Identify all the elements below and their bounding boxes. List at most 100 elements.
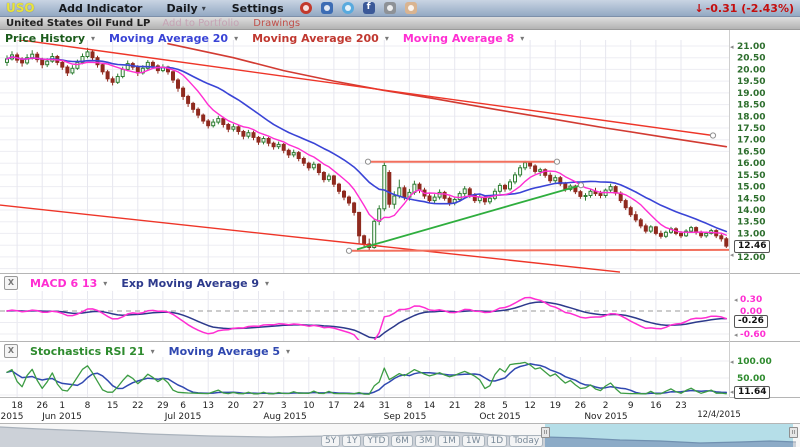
- ma8-line: [7, 57, 726, 235]
- svg-text:Jul 2015: Jul 2015: [164, 412, 202, 422]
- range-button-ytd[interactable]: YTD: [363, 435, 389, 447]
- alerts-icon[interactable]: [300, 2, 312, 14]
- ma200-dropdown[interactable]: Moving Average 200: [252, 32, 379, 45]
- range-button-1w[interactable]: 1W: [462, 435, 485, 447]
- ma20-dropdown[interactable]: Moving Average 20: [109, 32, 228, 45]
- support-line-endpoint[interactable]: [346, 248, 351, 253]
- down-arrow-icon: ↓: [694, 2, 703, 15]
- stoch-legend: X Stochastics RSI 21 ▾ Moving Average 5 ▾: [4, 344, 300, 358]
- close-macd-panel-button[interactable]: X: [4, 276, 18, 290]
- svg-text:19: 19: [550, 401, 562, 411]
- svg-text:13: 13: [202, 401, 213, 411]
- close-stoch-panel-button[interactable]: X: [4, 344, 18, 358]
- range-button-today[interactable]: Today: [509, 435, 543, 447]
- svg-text:◂: ◂: [730, 358, 734, 366]
- svg-text:Jun 2015: Jun 2015: [41, 412, 82, 422]
- settings-button[interactable]: Settings: [232, 2, 284, 15]
- svg-text:50.00: 50.00: [737, 374, 765, 384]
- svg-text:8: 8: [407, 401, 413, 411]
- range-button-5y[interactable]: 5Y: [321, 435, 340, 447]
- svg-text:16: 16: [650, 401, 662, 411]
- add-to-portfolio-link[interactable]: Add to Portfolio: [162, 18, 239, 29]
- change-value: -0.31 (-2.43%): [706, 2, 794, 15]
- upper-channel-trendline-endpoint[interactable]: [710, 133, 715, 138]
- svg-text:5: 5: [502, 401, 508, 411]
- navigator-right-handle[interactable]: [789, 427, 798, 438]
- svg-text:27: 27: [253, 401, 264, 411]
- macd-current-box: -0.26: [734, 315, 768, 328]
- resistance-line-endpoint[interactable]: [365, 159, 370, 164]
- svg-text:22: 22: [132, 401, 143, 411]
- svg-text:31: 31: [379, 401, 390, 411]
- svg-text:17.00: 17.00: [737, 136, 765, 146]
- facebook-icon[interactable]: f: [363, 2, 375, 14]
- range-button-1y[interactable]: 1Y: [342, 435, 361, 447]
- navigator-left-handle[interactable]: [541, 427, 550, 438]
- svg-text:23: 23: [675, 401, 686, 411]
- svg-text:20: 20: [228, 401, 240, 411]
- stoch-current-box: 11.64: [734, 386, 770, 399]
- ma8-dropdown[interactable]: Moving Average 8: [403, 32, 514, 45]
- macd-signal-dropdown[interactable]: Exp Moving Average 9: [121, 277, 259, 290]
- svg-text:2015: 2015: [1, 412, 24, 422]
- stoch-ma-dropdown[interactable]: Moving Average 5: [169, 345, 280, 358]
- chevron-down-icon[interactable]: ▾: [234, 34, 238, 43]
- svg-text:2: 2: [603, 401, 609, 411]
- svg-text:18: 18: [11, 401, 23, 411]
- chevron-down-icon[interactable]: ▾: [520, 34, 524, 43]
- chart-canvas[interactable]: 21.0020.5020.0019.5019.0018.5018.0017.50…: [0, 0, 800, 447]
- interval-dropdown[interactable]: Daily: [166, 2, 197, 15]
- svg-text:14: 14: [424, 401, 436, 411]
- chevron-down-icon[interactable]: ▾: [385, 34, 389, 43]
- svg-text:◂: ◂: [730, 43, 734, 51]
- svg-text:17: 17: [328, 401, 339, 411]
- svg-text:◂: ◂: [734, 296, 738, 304]
- price-history-dropdown[interactable]: Price History: [5, 32, 85, 45]
- svg-text:9: 9: [628, 401, 634, 411]
- svg-text:13.00: 13.00: [737, 229, 765, 239]
- svg-text:13.50: 13.50: [737, 218, 765, 228]
- range-button-6m[interactable]: 6M: [391, 435, 413, 447]
- svg-text:10: 10: [303, 401, 315, 411]
- svg-text:21.00: 21.00: [737, 42, 765, 52]
- news-icon[interactable]: [321, 2, 333, 14]
- top-toolbar: USO Add Indicator Daily ▾ Settings f ↓ -…: [0, 0, 800, 17]
- chevron-down-icon[interactable]: ▾: [286, 347, 290, 356]
- svg-text:15.50: 15.50: [737, 171, 765, 181]
- chevron-down-icon[interactable]: ▾: [265, 279, 269, 288]
- svg-text:8: 8: [85, 401, 91, 411]
- uptrend-line-endpoint[interactable]: [578, 183, 583, 188]
- svg-text:Sep 2015: Sep 2015: [384, 412, 427, 422]
- svg-text:20.50: 20.50: [737, 54, 765, 64]
- range-buttons: 5Y1YYTD6M3M1M1W1DToday: [321, 435, 543, 447]
- drawings-link[interactable]: Drawings: [253, 18, 300, 29]
- twitter-icon[interactable]: [342, 2, 354, 14]
- snapshot-icon[interactable]: [384, 2, 396, 14]
- range-button-1d[interactable]: 1D: [487, 435, 508, 447]
- toolbar-icons: f: [300, 2, 417, 14]
- resistance-line-endpoint[interactable]: [554, 159, 559, 164]
- ticker-symbol[interactable]: USO: [6, 1, 35, 15]
- chevron-down-icon[interactable]: ▾: [103, 279, 107, 288]
- svg-text:Aug 2015: Aug 2015: [263, 412, 306, 422]
- stoch-dropdown[interactable]: Stochastics RSI 21: [30, 345, 145, 358]
- add-indicator-button[interactable]: Add Indicator: [59, 2, 143, 15]
- chevron-down-icon[interactable]: ▾: [91, 34, 95, 43]
- range-button-1m[interactable]: 1M: [438, 435, 460, 447]
- svg-text:15.00: 15.00: [737, 183, 765, 193]
- chevron-down-icon[interactable]: ▾: [202, 4, 206, 13]
- range-button-3m[interactable]: 3M: [415, 435, 437, 447]
- candlesticks: [6, 48, 728, 250]
- svg-text:19.50: 19.50: [737, 77, 765, 87]
- svg-text:14.00: 14.00: [737, 206, 765, 216]
- share-icon[interactable]: [405, 2, 417, 14]
- macd-dropdown[interactable]: MACD 6 13: [30, 277, 97, 290]
- svg-text:26: 26: [36, 401, 48, 411]
- svg-text:26: 26: [575, 401, 587, 411]
- svg-text:◂: ◂: [730, 251, 734, 259]
- svg-text:17.50: 17.50: [737, 124, 765, 134]
- chevron-down-icon[interactable]: ▾: [151, 347, 155, 356]
- upper-channel-trendline: [0, 37, 716, 138]
- main-chart-legend: Price History ▾ Moving Average 20 ▾ Moving…: [5, 32, 534, 45]
- svg-text:100.00: 100.00: [737, 357, 772, 367]
